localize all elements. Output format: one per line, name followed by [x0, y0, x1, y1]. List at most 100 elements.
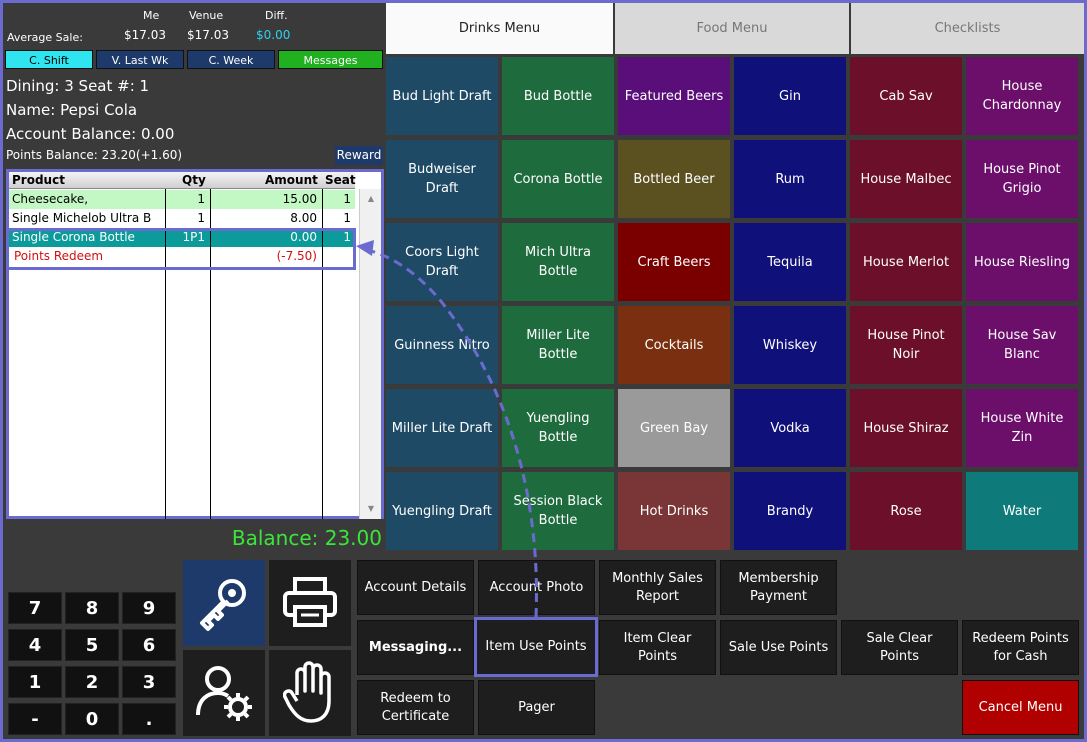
- numpad-key[interactable]: 5: [65, 629, 119, 661]
- drink-button[interactable]: House Pinot Grigio: [966, 140, 1078, 218]
- drink-button[interactable]: House Merlot: [850, 223, 962, 301]
- tab-drinks-menu[interactable]: Drinks Menu: [386, 3, 613, 54]
- tab-current-week[interactable]: C. Week: [187, 50, 275, 69]
- row-seat: 1: [343, 211, 351, 225]
- row-seat: 1: [343, 230, 351, 244]
- drink-button[interactable]: Water: [966, 472, 1078, 550]
- drink-button[interactable]: Gin: [734, 57, 846, 135]
- numpad-key[interactable]: 2: [65, 666, 119, 698]
- reward-button[interactable]: Reward: [335, 146, 383, 165]
- row-qty: 1: [197, 211, 205, 225]
- numpad-key[interactable]: 1: [8, 666, 62, 698]
- user-settings-button[interactable]: [183, 650, 265, 736]
- table-row[interactable]: Single Michelob Ultra B 1 8.00 1: [9, 209, 355, 228]
- account-details-button[interactable]: Account Details: [357, 560, 474, 615]
- hand-icon: [283, 661, 331, 723]
- col-product: Product: [12, 173, 65, 187]
- redeem-points-for-cash-button[interactable]: Redeem Points for Cash: [962, 620, 1079, 675]
- row-product: Cheesecake,: [12, 192, 89, 206]
- key-button[interactable]: [183, 560, 265, 646]
- average-sale-label: Average Sale:: [7, 31, 83, 44]
- drink-button[interactable]: Session Black Bottle: [502, 472, 614, 550]
- numpad-key[interactable]: 7: [8, 592, 62, 624]
- tab-venue-last-week[interactable]: V. Last Wk: [96, 50, 184, 69]
- table-row[interactable]: Points Redeem (-7.50): [9, 247, 355, 266]
- drink-button[interactable]: Coors Light Draft: [386, 223, 498, 301]
- numpad-key[interactable]: .: [122, 703, 176, 735]
- print-button[interactable]: [269, 560, 351, 646]
- drink-button[interactable]: Bud Light Draft: [386, 57, 498, 135]
- drink-button[interactable]: Bud Bottle: [502, 57, 614, 135]
- scroll-up-icon[interactable]: ▲: [362, 191, 380, 207]
- drink-button[interactable]: Vodka: [734, 389, 846, 467]
- messaging-button[interactable]: Messaging...: [357, 620, 474, 675]
- drink-button[interactable]: Tequila: [734, 223, 846, 301]
- drink-button[interactable]: Corona Bottle: [502, 140, 614, 218]
- drink-button[interactable]: House Sav Blanc: [966, 306, 1078, 384]
- account-photo-button[interactable]: Account Photo: [478, 560, 595, 615]
- stat-diff-value: $0.00: [256, 28, 291, 42]
- column-divider: [165, 189, 166, 519]
- row-seat: 1: [343, 192, 351, 206]
- drink-button[interactable]: House White Zin: [966, 389, 1078, 467]
- numpad-key[interactable]: 0: [65, 703, 119, 735]
- tab-current-shift[interactable]: C. Shift: [5, 50, 93, 69]
- drink-button[interactable]: Rum: [734, 140, 846, 218]
- drink-button[interactable]: House Chardonnay: [966, 57, 1078, 135]
- item-clear-points-button[interactable]: Item Clear Points: [599, 620, 716, 675]
- drink-button[interactable]: Hot Drinks: [618, 472, 730, 550]
- column-divider: [210, 189, 211, 519]
- drink-button[interactable]: Budweiser Draft: [386, 140, 498, 218]
- order-list[interactable]: Product Qty Amount Seat Cheesecake, 1 15…: [6, 169, 384, 519]
- drink-button[interactable]: Bottled Beer: [618, 140, 730, 218]
- drink-button[interactable]: Yuengling Bottle: [502, 389, 614, 467]
- tab-messages[interactable]: Messages: [278, 50, 383, 69]
- drink-button[interactable]: Cab Sav: [850, 57, 962, 135]
- scroll-down-icon[interactable]: ▼: [362, 501, 380, 517]
- stat-header-venue: Venue: [189, 9, 224, 22]
- drink-button[interactable]: Yuengling Draft: [386, 472, 498, 550]
- drink-button[interactable]: House Riesling: [966, 223, 1078, 301]
- drink-button[interactable]: Miller Lite Bottle: [502, 306, 614, 384]
- drink-button[interactable]: Rose: [850, 472, 962, 550]
- redeem-to-certificate-button[interactable]: Redeem to Certificate: [357, 680, 474, 735]
- numpad-key[interactable]: 4: [8, 629, 62, 661]
- hold-button[interactable]: [269, 650, 351, 736]
- table-row[interactable]: Cheesecake, 1 15.00 1: [9, 190, 355, 209]
- drink-button[interactable]: Brandy: [734, 472, 846, 550]
- tab-checklists[interactable]: Checklists: [851, 3, 1084, 54]
- drink-button[interactable]: Guinness Nitro: [386, 306, 498, 384]
- drink-button[interactable]: Green Bay: [618, 389, 730, 467]
- order-scrollbar[interactable]: ▲ ▼: [359, 189, 381, 519]
- drink-button[interactable]: House Malbec: [850, 140, 962, 218]
- drink-button[interactable]: Craft Beers: [618, 223, 730, 301]
- drink-button[interactable]: Cocktails: [618, 306, 730, 384]
- drink-button[interactable]: Featured Beers: [618, 57, 730, 135]
- cancel-menu-button[interactable]: Cancel Menu: [962, 680, 1079, 735]
- drink-button[interactable]: Whiskey: [734, 306, 846, 384]
- sale-clear-points-button[interactable]: Sale Clear Points: [841, 620, 958, 675]
- sale-use-points-button[interactable]: Sale Use Points: [720, 620, 837, 675]
- drink-button[interactable]: House Pinot Noir: [850, 306, 962, 384]
- row-product: Points Redeem: [14, 249, 104, 263]
- table-row-selected[interactable]: Single Corona Bottle 1P1 0.00 1: [9, 228, 355, 247]
- col-qty: Qty: [182, 173, 206, 187]
- membership-payment-button[interactable]: Membership Payment: [720, 560, 837, 615]
- key-icon: [200, 579, 246, 631]
- stat-venue-value: $17.03: [187, 28, 229, 42]
- stat-header-me: Me: [143, 9, 160, 22]
- drink-button[interactable]: Mich Ultra Bottle: [502, 223, 614, 301]
- numpad-key[interactable]: 9: [122, 592, 176, 624]
- numpad-key[interactable]: -: [8, 703, 62, 735]
- item-use-points-button[interactable]: Item Use Points: [474, 617, 598, 677]
- drink-button[interactable]: Miller Lite Draft: [386, 389, 498, 467]
- stat-header-diff: Diff.: [265, 9, 288, 22]
- dining-seat-info: Dining: 3 Seat #: 1: [6, 77, 150, 95]
- pager-button[interactable]: Pager: [478, 680, 595, 735]
- numpad-key[interactable]: 3: [122, 666, 176, 698]
- monthly-sales-report-button[interactable]: Monthly Sales Report: [599, 560, 716, 615]
- numpad-key[interactable]: 6: [122, 629, 176, 661]
- drink-button[interactable]: House Shiraz: [850, 389, 962, 467]
- numpad-key[interactable]: 8: [65, 592, 119, 624]
- tab-food-menu[interactable]: Food Menu: [615, 3, 849, 54]
